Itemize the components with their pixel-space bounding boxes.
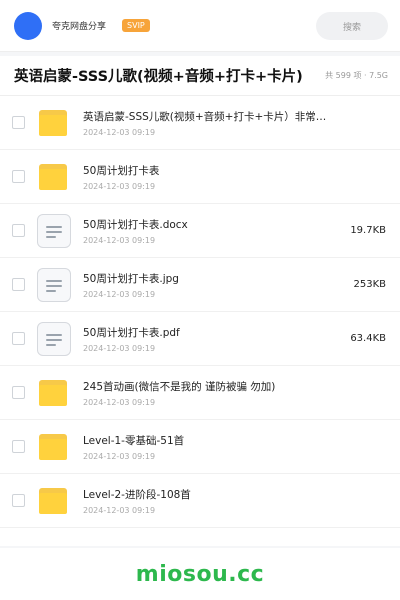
footer: miosou.cc [0,548,400,600]
file-text: Level-2-进阶段-108首 2024-12-03 09:19 [83,487,400,515]
file-size: 253KB [353,279,386,290]
row-checkbox[interactable] [12,278,25,291]
file-icon-wrap [39,378,69,408]
file-name[interactable]: Level-1-零基础-51首 [83,433,333,448]
file-icon-wrap [39,486,69,516]
search-label: 搜索 [342,22,361,33]
file-date: 2024-12-03 09:19 [83,505,156,515]
folder-meta: 共 599 项 · 7.5G [325,71,388,80]
row-checkbox[interactable] [12,440,25,453]
row-checkbox[interactable] [12,224,25,237]
file-icon-wrap [37,267,71,302]
folder-icon [39,109,67,136]
folder-icon [39,433,67,460]
search-button[interactable]: 搜索 [316,12,388,40]
file-date: 2024-12-03 09:19 [83,181,156,191]
file-size: 19.7KB [350,225,386,236]
file-icon-wrap [37,213,71,248]
folder-title: 英语启蒙-SSS儿歌(视频+音频+打卡+卡片) [14,69,303,85]
file-date: 2024-12-03 09:19 [83,397,156,407]
file-name[interactable]: 50周计划打卡表.docx [83,217,333,232]
file-name[interactable]: 50周计划打卡表.jpg [83,271,333,286]
app-header: 夸克网盘分享 SVIP 搜索 [0,0,400,52]
row-checkbox[interactable] [12,494,25,507]
file-size: 63.4KB [350,333,386,344]
file-icon-wrap [37,321,71,356]
file-panel: 英语启蒙-SSS儿歌(视频+音频+打卡+卡片) 共 599 项 · 7.5G 英… [0,56,400,546]
folder-icon [39,163,67,190]
vip-badge: SVIP [122,19,150,32]
file-name[interactable]: 50周计划打卡表 [83,163,333,178]
row-checkbox[interactable] [12,386,25,399]
file-date: 2024-12-03 09:19 [83,343,156,353]
row-checkbox[interactable] [12,116,25,129]
file-row[interactable]: 50周计划打卡表.pdf 2024-12-03 09:19 63.4KB [0,312,400,366]
file-date: 2024-12-03 09:19 [83,235,156,245]
file-icon-wrap [39,432,69,462]
row-checkbox[interactable] [12,170,25,183]
file-icon-wrap [39,108,69,138]
file-text: Level-1-零基础-51首 2024-12-03 09:19 [83,433,400,461]
file-text: 50周计划打卡表.jpg 2024-12-03 09:19 [83,271,400,299]
file-row[interactable]: 50周计划打卡表.docx 2024-12-03 09:19 19.7KB [0,204,400,258]
file-list: 英语启蒙-SSS儿歌(视频+音频+打卡+卡片）非常棒的资源 2024-12-03 … [0,96,400,528]
document-icon [37,321,71,356]
folder-header: 英语启蒙-SSS儿歌(视频+音频+打卡+卡片) 共 599 项 · 7.5G [0,56,400,96]
file-text: 245首动画(微信不是我的 谨防被骗 勿加) 2024-12-03 09:19 [83,379,400,407]
file-date: 2024-12-03 09:19 [83,289,156,299]
folder-icon [39,379,67,406]
file-row[interactable]: 245首动画(微信不是我的 谨防被骗 勿加) 2024-12-03 09:19 [0,366,400,420]
file-name[interactable]: 英语启蒙-SSS儿歌(视频+音频+打卡+卡片）非常棒的资源 [83,109,333,124]
row-checkbox[interactable] [12,332,25,345]
document-icon [37,213,71,248]
file-name[interactable]: Level-2-进阶段-108首 [83,487,333,502]
file-row[interactable]: Level-1-零基础-51首 2024-12-03 09:19 [0,420,400,474]
file-row[interactable]: 英语启蒙-SSS儿歌(视频+音频+打卡+卡片）非常棒的资源 2024-12-03 … [0,96,400,150]
file-icon-wrap [39,162,69,192]
folder-icon [39,487,67,514]
file-name[interactable]: 245首动画(微信不是我的 谨防被骗 勿加) [83,379,333,394]
file-text: 英语启蒙-SSS儿歌(视频+音频+打卡+卡片）非常棒的资源 2024-12-03 … [83,109,400,137]
file-date: 2024-12-03 09:19 [83,451,156,461]
file-row[interactable]: 50周计划打卡表.jpg 2024-12-03 09:19 253KB [0,258,400,312]
document-icon [37,267,71,302]
watermark: miosou.cc [135,561,265,587]
file-row[interactable]: 50周计划打卡表 2024-12-03 09:19 [0,150,400,204]
file-row[interactable]: Level-2-进阶段-108首 2024-12-03 09:19 [0,474,400,528]
avatar[interactable] [14,11,42,40]
file-date: 2024-12-03 09:19 [83,127,156,137]
file-name[interactable]: 50周计划打卡表.pdf [83,325,333,340]
brand-name: 夸克网盘分享 [52,22,107,32]
file-text: 50周计划打卡表 2024-12-03 09:19 [83,163,400,191]
